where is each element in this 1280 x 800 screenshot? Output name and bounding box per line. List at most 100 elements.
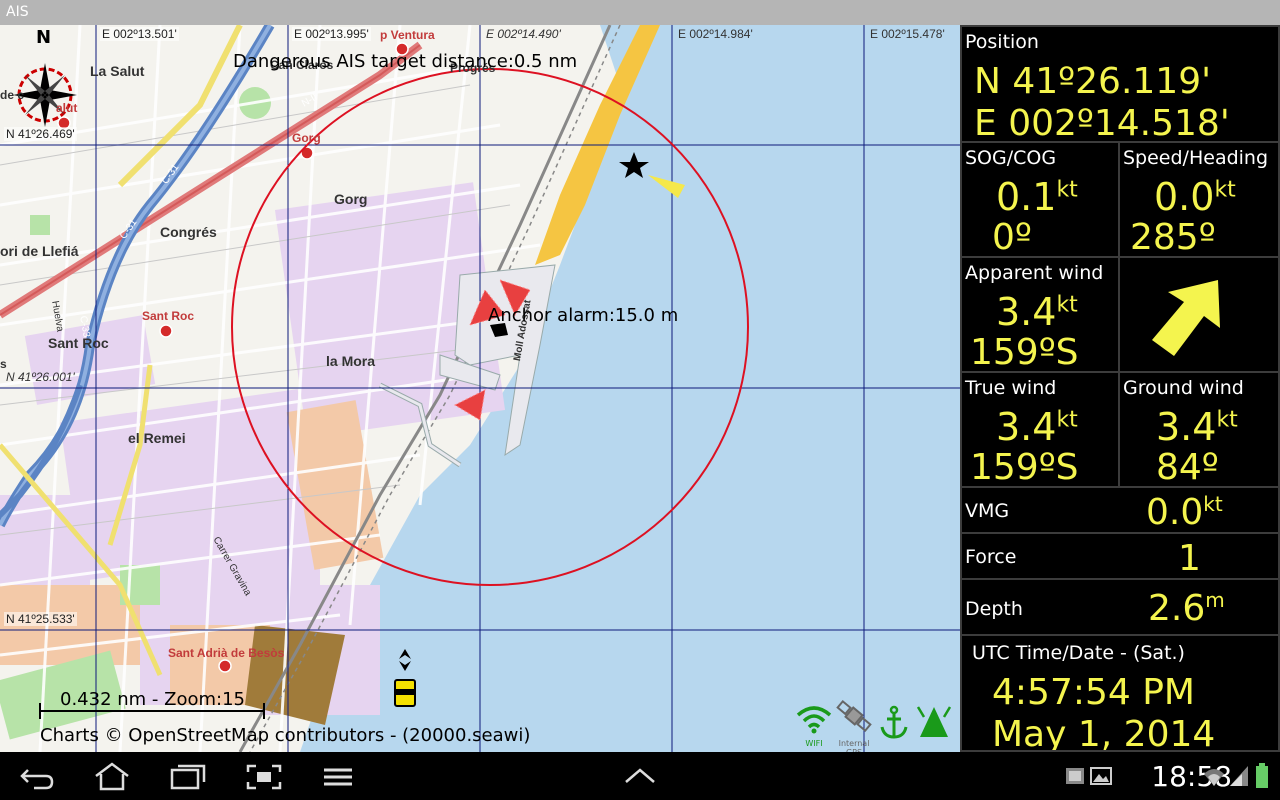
- depth-cell[interactable]: Depth 2.6m: [960, 578, 1280, 636]
- true-wind-speed-number: 3.4: [996, 405, 1057, 449]
- ground-wind-speed: 3.4kt: [1156, 405, 1238, 449]
- speed-heading-cell[interactable]: Speed/Heading 0.0kt 285º: [1118, 141, 1280, 258]
- alarm-icon[interactable]: [916, 703, 952, 741]
- sog-cog-label: SOG/COG: [965, 147, 1057, 169]
- place-label: ori de Llefiá: [0, 243, 79, 259]
- heading-value: 285º: [1130, 217, 1216, 258]
- notification-icon[interactable]: [1064, 766, 1086, 786]
- instrument-panel: Position N 41º26.119' E 002º14.518' SOG/…: [960, 25, 1280, 752]
- force-value: 1: [1178, 538, 1201, 579]
- grid-label-lon: E 002º13.995': [292, 27, 371, 41]
- attribution-text: Charts © OpenStreetMap contributors - (2…: [40, 725, 531, 746]
- back-icon[interactable]: [18, 762, 58, 792]
- depth-unit: m: [1205, 588, 1225, 612]
- speed-heading-label: Speed/Heading: [1123, 147, 1269, 169]
- home-icon[interactable]: [92, 762, 132, 792]
- map-canvas[interactable]: [0, 25, 960, 752]
- place-label: Gorg: [334, 191, 368, 207]
- grid-label-lon: E 002º14.490': [486, 27, 561, 41]
- grid-label-lat: N 41º25.533': [4, 612, 77, 626]
- poi-label: Sant Roc: [142, 309, 195, 323]
- utc-time: 4:57:54 PM: [992, 672, 1195, 713]
- depth-number: 2.6: [1148, 588, 1206, 629]
- vmg-value: 0.0kt: [1146, 492, 1223, 533]
- place-label: s: [0, 357, 7, 371]
- menu-icon[interactable]: [318, 762, 358, 792]
- true-wind-direction: 159ºS: [970, 447, 1079, 488]
- map-view[interactable]: N La Salut Gorg Congrés ori de Llefiá Sa…: [0, 25, 960, 752]
- up-chevron-icon[interactable]: [620, 762, 660, 792]
- place-label: de c: [0, 88, 25, 102]
- place-label: la Mora: [326, 353, 376, 369]
- place-label: el Remei: [128, 430, 186, 446]
- gps-caption: Internal GPS: [838, 739, 870, 752]
- poi-label: p Ventura: [380, 28, 435, 42]
- poi-label: Gorg: [292, 131, 321, 145]
- utc-date: May 1, 2014: [992, 714, 1216, 752]
- wifi-signal-icon: [1202, 764, 1226, 788]
- ground-wind-direction: 84º: [1156, 447, 1219, 488]
- grid-label-lon: E 002º15.478': [870, 27, 945, 41]
- app-title: AIS: [6, 4, 29, 20]
- place-label: Congrés: [160, 224, 217, 240]
- apparent-wind-label: Apparent wind: [965, 262, 1104, 284]
- apparent-wind-unit: kt: [1056, 292, 1078, 318]
- true-wind-unit: kt: [1056, 407, 1078, 433]
- speed-unit: kt: [1214, 177, 1236, 203]
- sog-value: 0.1kt: [996, 175, 1078, 219]
- position-label: Position: [965, 31, 1039, 53]
- true-wind-label: True wind: [965, 377, 1057, 399]
- position-lat: N 41º26.119': [974, 61, 1212, 102]
- system-nav-bar: 18:58: [0, 752, 1280, 800]
- utc-label: UTC Time/Date - (Sat.): [972, 642, 1185, 664]
- poi-label: Sant Adrià de Besòs: [168, 646, 285, 660]
- place-label: La Salut: [90, 63, 145, 79]
- battery-icon: [1254, 762, 1270, 790]
- depth-label: Depth: [965, 598, 1023, 620]
- vmg-label: VMG: [965, 500, 1010, 522]
- grid-label-lat: N 41º26.469': [4, 127, 77, 141]
- ground-wind-unit: kt: [1216, 407, 1238, 433]
- sog-cog-cell[interactable]: SOG/COG 0.1kt 0º: [960, 141, 1120, 258]
- wifi-icon[interactable]: WIFI: [794, 701, 834, 748]
- grid-label-lon: E 002º14.984': [678, 27, 753, 41]
- image-icon[interactable]: [1090, 766, 1112, 786]
- position-cell[interactable]: Position N 41º26.119' E 002º14.518': [960, 25, 1280, 143]
- force-label: Force: [965, 546, 1017, 568]
- true-wind-cell[interactable]: True wind 3.4kt 159ºS: [960, 371, 1120, 488]
- screenshot-icon[interactable]: [244, 762, 284, 792]
- speed-value: 0.0kt: [1154, 175, 1236, 219]
- north-label: N: [36, 27, 52, 48]
- apparent-wind-cell[interactable]: Apparent wind 3.4kt 159ºS: [960, 256, 1120, 373]
- sog-unit: kt: [1056, 177, 1078, 203]
- wind-arrow-cell[interactable]: [1118, 256, 1280, 373]
- position-lon: E 002º14.518': [974, 103, 1230, 143]
- vmg-unit: kt: [1203, 492, 1223, 516]
- sog-speed: 0.1: [996, 175, 1057, 219]
- apparent-wind-speed-number: 3.4: [996, 290, 1057, 334]
- title-bar: AIS: [0, 0, 1280, 25]
- apparent-wind-direction: 159ºS: [970, 332, 1079, 373]
- dangerous-ais-text: Dangerous AIS target distance:0.5 nm: [233, 51, 578, 72]
- scale-text: 0.432 nm - Zoom:15: [60, 689, 245, 710]
- true-wind-speed: 3.4kt: [996, 405, 1078, 449]
- vmg-number: 0.0: [1146, 492, 1204, 533]
- recent-apps-icon[interactable]: [168, 762, 208, 792]
- wind-direction-arrow-icon: [1152, 280, 1220, 356]
- apparent-wind-speed: 3.4kt: [996, 290, 1078, 334]
- anchor-icon[interactable]: [878, 705, 910, 741]
- vmg-cell[interactable]: VMG 0.0kt: [960, 486, 1280, 534]
- depth-value: 2.6m: [1148, 588, 1225, 629]
- poi-label: alut: [56, 101, 78, 115]
- ground-wind-cell[interactable]: Ground wind 3.4kt 84º: [1118, 371, 1280, 488]
- gps-satellite-icon[interactable]: Internal GPS: [834, 697, 874, 752]
- grid-label-lon: E 002º13.501': [100, 27, 179, 41]
- cog-value: 0º: [992, 217, 1032, 258]
- speed-number: 0.0: [1154, 175, 1215, 219]
- utc-cell[interactable]: UTC Time/Date - (Sat.) 4:57:54 PM May 1,…: [960, 634, 1280, 752]
- wifi-caption: WIFI: [805, 739, 823, 748]
- ground-wind-label: Ground wind: [1123, 377, 1244, 399]
- cell-signal-icon: [1228, 764, 1250, 788]
- place-label: Sant Roc: [48, 335, 109, 351]
- force-cell[interactable]: Force 1: [960, 532, 1280, 580]
